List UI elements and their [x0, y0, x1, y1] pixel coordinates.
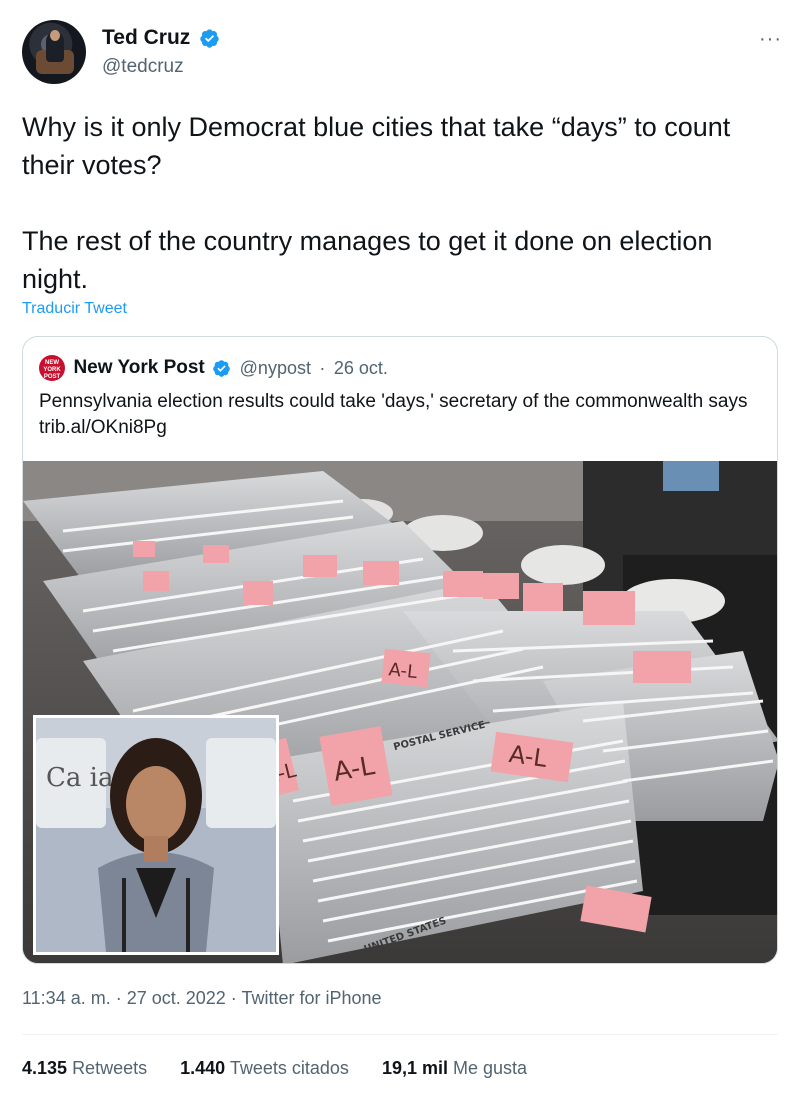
author-avatar[interactable]	[22, 20, 86, 84]
quote-tweets-count: 1.440	[180, 1058, 226, 1078]
divider	[22, 1034, 778, 1035]
tweet-stats: 4.135 Retweets 1.440 Tweets citados 19,1…	[22, 1058, 555, 1079]
retweets-count: 4.135	[22, 1058, 68, 1078]
retweets-label: Retweets	[72, 1058, 148, 1078]
portrait-scene: Ca ia Cer	[36, 718, 276, 952]
likes-stat[interactable]: 19,1 mil Me gusta	[382, 1058, 527, 1079]
tweet-paragraph: The rest of the country manages to get i…	[22, 226, 713, 294]
more-options-icon[interactable]: ···	[759, 28, 782, 51]
quoted-author-handle[interactable]: @nypost	[240, 358, 311, 378]
photo-sign-text: A-L	[507, 740, 549, 773]
inset-portrait-photo: Ca ia Cer	[33, 715, 279, 955]
quoted-tweet[interactable]: NEW YORK POST New York Post @nypost · 26…	[22, 336, 778, 964]
quoted-tweet-header: NEW YORK POST New York Post @nypost · 26…	[39, 355, 388, 381]
quoted-tweet-text: Pennsylvania election results could take…	[39, 391, 748, 438]
tweet-paragraph: Why is it only Democrat blue cities that…	[22, 112, 731, 180]
photo-sign-text: A-L	[388, 659, 418, 683]
quoted-author-name[interactable]: New York Post	[73, 357, 204, 378]
quoted-date[interactable]: 26 oct.	[334, 358, 388, 378]
tweet-header: Ted Cruz @tedcruz ···	[22, 20, 782, 86]
verified-badge-icon	[213, 359, 231, 377]
nypost-avatar[interactable]: NEW YORK POST	[39, 355, 65, 381]
quote-tweets-label: Tweets citados	[229, 1058, 349, 1078]
ballot-boxes-photo[interactable]: A-L A-L A-L A-L POSTAL SERVICE UNITED ST…	[23, 461, 777, 963]
verified-badge-icon	[200, 28, 219, 48]
likes-label: Me gusta	[453, 1058, 528, 1078]
author-names: Ted Cruz @tedcruz	[102, 26, 220, 78]
tweet-body: Why is it only Democrat blue cities that…	[22, 108, 782, 336]
retweets-stat[interactable]: 4.135 Retweets	[22, 1058, 147, 1079]
author-handle[interactable]: @tedcruz	[102, 56, 220, 78]
separator-dot: ·	[319, 357, 326, 378]
tweet-timestamp[interactable]: 11:34 a. m. · 27 oct. 2022 · Twitter for…	[22, 988, 382, 1009]
quote-tweets-stat[interactable]: 1.440 Tweets citados	[180, 1058, 349, 1079]
translate-tweet-link[interactable]: Traducir Tweet	[22, 300, 127, 318]
likes-count: 19,1 mil	[381, 1058, 448, 1078]
author-display-name[interactable]: Ted Cruz	[102, 26, 190, 50]
